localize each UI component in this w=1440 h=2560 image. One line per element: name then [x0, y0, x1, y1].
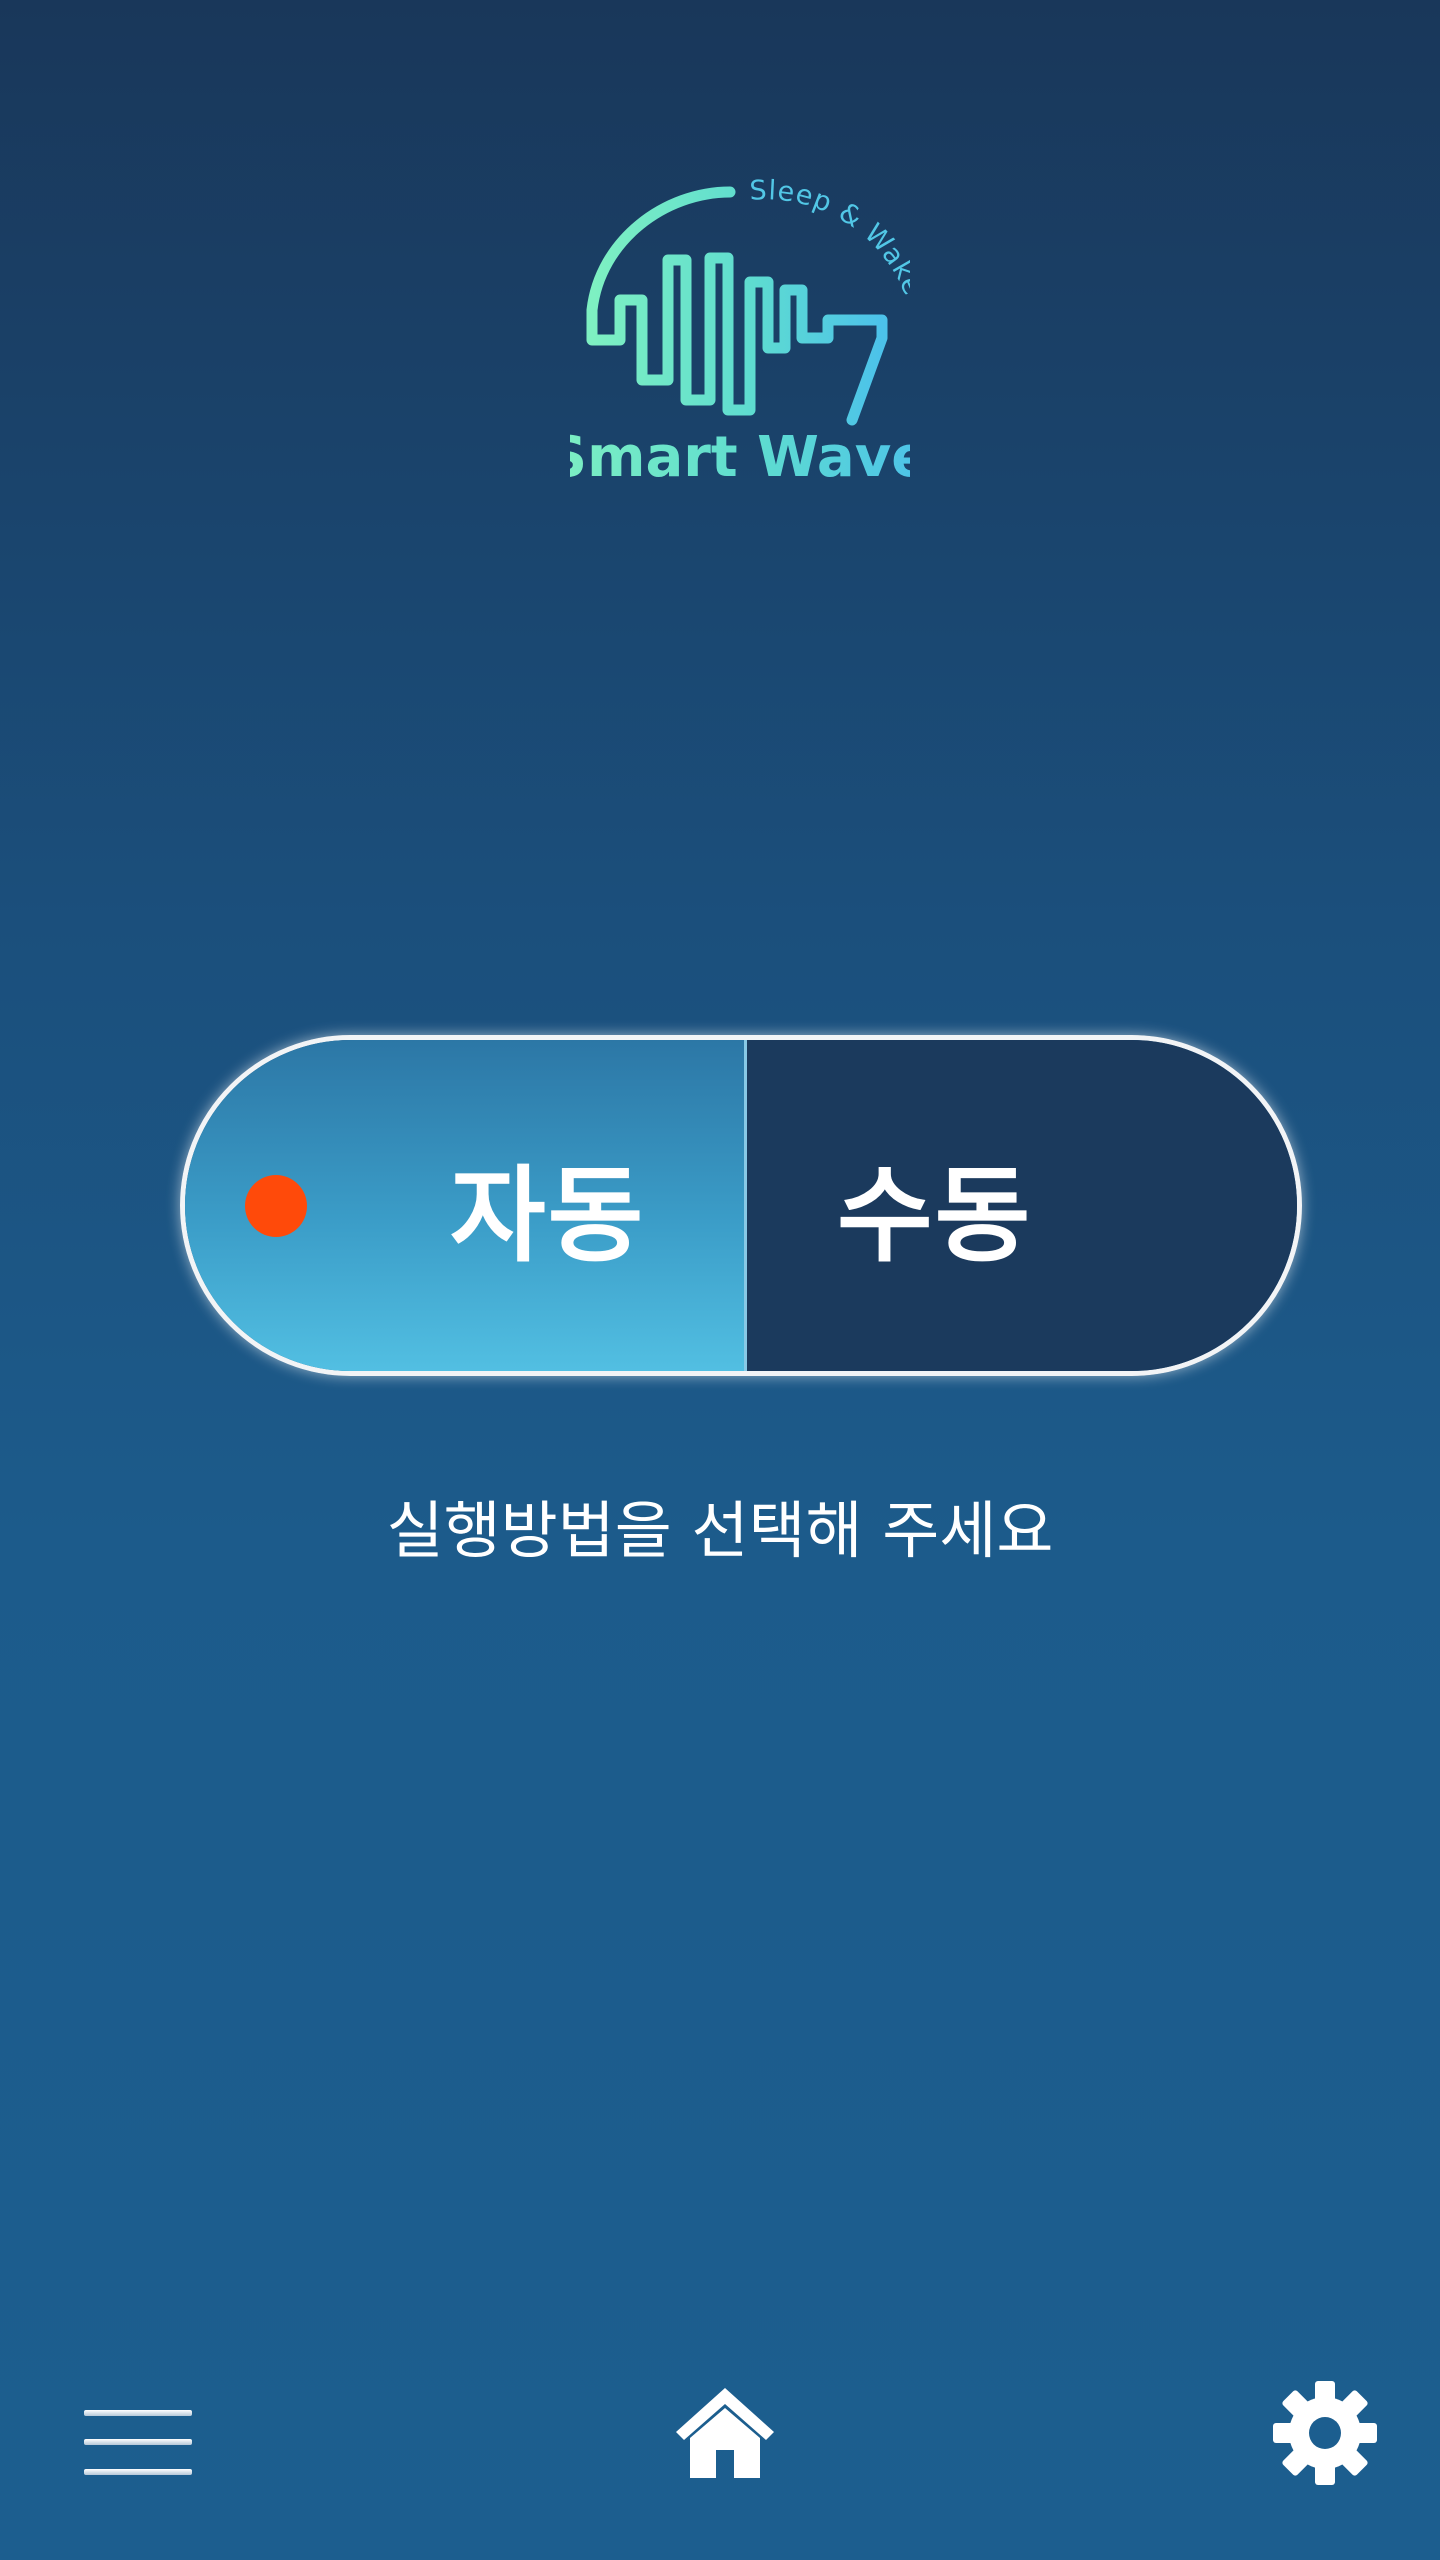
gear-icon[interactable]: [1272, 2380, 1378, 2486]
mode-toggle[interactable]: 자동 수동: [180, 1035, 1302, 1376]
manual-mode-button[interactable]: 수동: [747, 1040, 1297, 1371]
manual-mode-label: 수동: [837, 1154, 1033, 1276]
logo-brand: Smart Wave: [570, 425, 910, 490]
auto-mode-label: 자동: [450, 1154, 646, 1276]
home-icon[interactable]: [670, 2382, 780, 2482]
app-logo: Sleep & Wake Smart Wave: [570, 170, 910, 510]
auto-mode-button[interactable]: 자동: [185, 1040, 747, 1371]
menu-icon[interactable]: [84, 2408, 194, 2480]
selected-indicator-dot: [245, 1174, 307, 1237]
instruction-text: 실행방법을 선택해 주세요: [386, 1494, 1054, 1567]
